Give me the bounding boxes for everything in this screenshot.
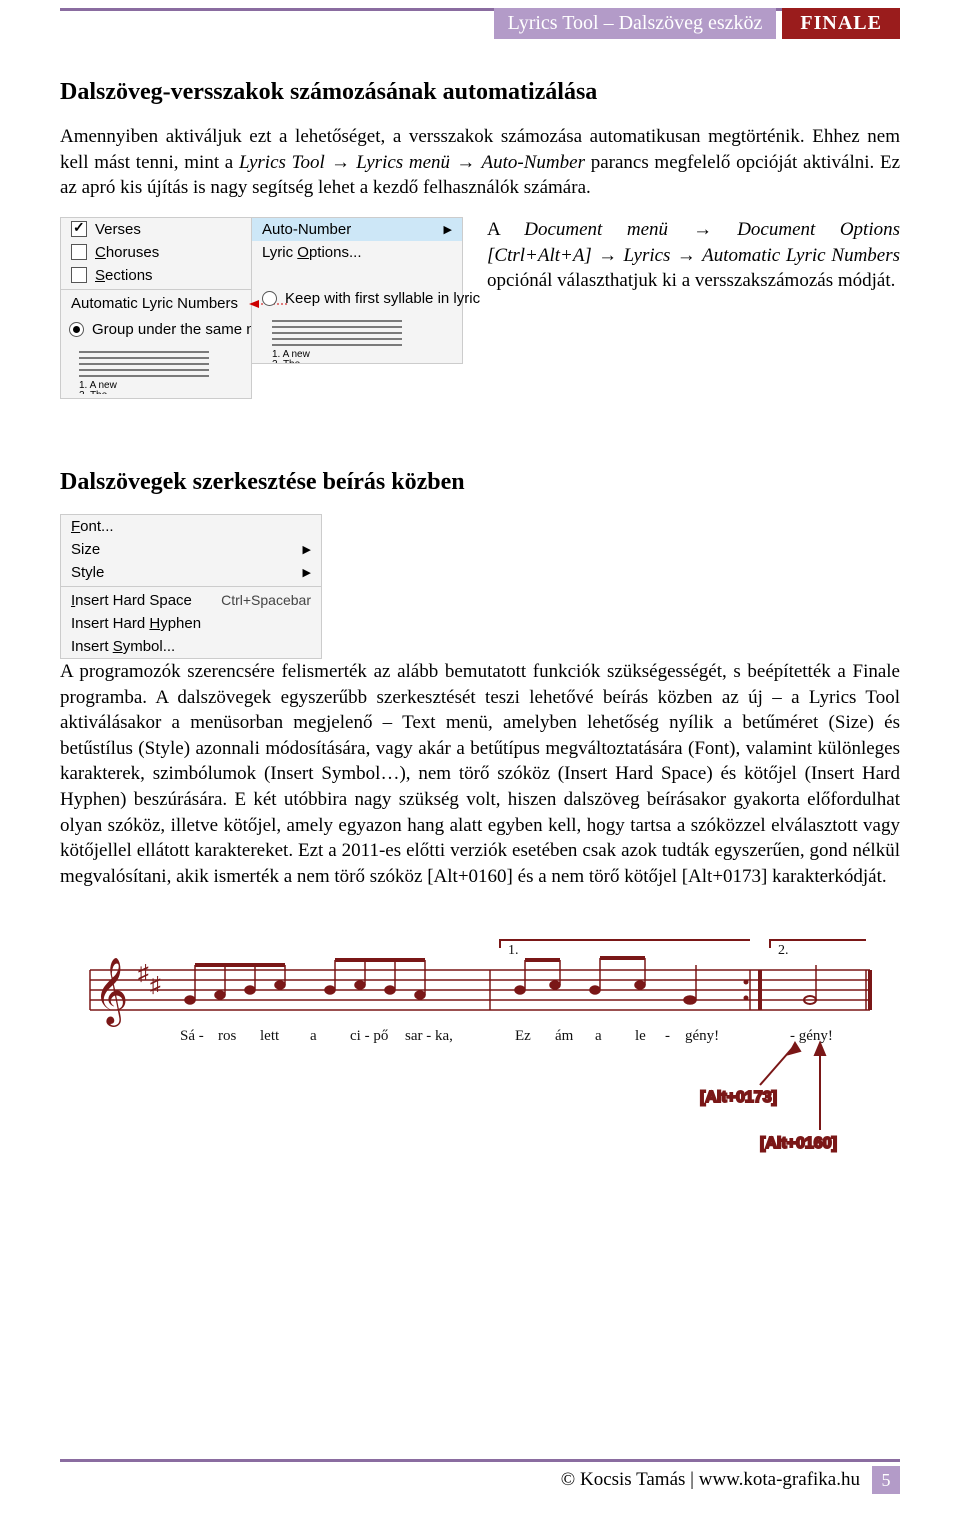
menu-item-choruses[interactable]: Choruses — [61, 241, 251, 264]
radio-group-under[interactable]: Group under the same note — [69, 319, 275, 340]
menu-screenshot-1: Verses Choruses Sections Automatic Lyric… — [60, 217, 463, 399]
menu-item-font[interactable]: Font... — [61, 515, 321, 538]
svg-text:lett: lett — [260, 1028, 280, 1044]
header-title: Lyrics Tool – Dalszöveg eszköz — [494, 8, 777, 39]
menu-item-lyricoptions[interactable]: Lyric Options... — [252, 241, 462, 264]
svg-text:a: a — [595, 1028, 602, 1044]
svg-text:ám: ám — [555, 1028, 574, 1044]
section2-body: A programozók szerencsére felismerték az… — [60, 659, 900, 890]
svg-text:2. The: 2. The — [79, 390, 108, 394]
svg-text:1.: 1. — [508, 943, 519, 958]
section2-heading: Dalszövegek szerkesztése beírás közben — [60, 469, 900, 496]
svg-text:ros: ros — [218, 1028, 236, 1044]
menu-screenshot-2: Font... Size▶ Style▶ Insert Hard SpaceCt… — [60, 514, 322, 659]
menu-item-autonumber[interactable]: Auto-Number▶ — [252, 218, 462, 241]
svg-text:[Alt+0160]: [Alt+0160] — [760, 1135, 837, 1152]
check-icon — [71, 221, 87, 237]
menu-item-insert-hard-space[interactable]: Insert Hard SpaceCtrl+Spacebar — [61, 589, 321, 612]
svg-text:- gény!: - gény! — [790, 1028, 833, 1044]
section1-para: Amennyiben aktiváljuk ezt a lehetőséget,… — [60, 124, 900, 201]
menu-item-size[interactable]: Size▶ — [61, 538, 321, 561]
page-number: 5 — [872, 1466, 900, 1494]
check-icon — [71, 244, 87, 260]
radio-icon — [69, 322, 84, 337]
svg-text:-: - — [665, 1028, 670, 1044]
svg-text:sar - ka,: sar - ka, — [405, 1028, 453, 1044]
section1-heading: Dalszöveg-versszakok számozásának automa… — [60, 79, 900, 106]
svg-text:gény!: gény! — [685, 1028, 719, 1044]
chevron-right-icon: ▶ — [283, 543, 311, 556]
menu-label-autolyric: Automatic Lyric Numbers — [61, 292, 251, 315]
treble-clef-icon: 𝄞 — [94, 958, 128, 1027]
svg-text:♯: ♯ — [150, 972, 161, 997]
header-badge: FINALE — [782, 8, 900, 39]
svg-text:[Alt+0173]: [Alt+0173] — [700, 1089, 777, 1106]
svg-text:2. The: 2. The — [272, 359, 301, 363]
chevron-right-icon: ▶ — [424, 223, 452, 236]
footer-credit: © Kocsis Tamás | www.kota-grafika.hu — [561, 1469, 860, 1491]
mini-staff-icon: 1. A new 2. The — [69, 346, 219, 394]
check-icon — [71, 267, 87, 283]
mini-staff-icon: 1. A new 2. The — [262, 315, 412, 363]
section1-sidenote: A Document menü → Document Options [Ctrl… — [487, 217, 900, 294]
menu-item-insert-hard-hyphen[interactable]: Insert Hard Hyphen — [61, 612, 321, 635]
svg-text:Ez: Ez — [515, 1028, 531, 1044]
chevron-right-icon: ▶ — [283, 566, 311, 579]
svg-text:2.: 2. — [778, 943, 789, 958]
radio-icon — [262, 291, 277, 306]
music-figure: 𝄞 ♯ ♯ — [60, 930, 900, 1185]
menu-item-insert-symbol[interactable]: Insert Symbol... — [61, 635, 321, 658]
menu-item-style[interactable]: Style▶ — [61, 561, 321, 584]
svg-text:le: le — [635, 1028, 646, 1044]
menu-item-sections[interactable]: Sections — [61, 264, 251, 287]
svg-text:a: a — [310, 1028, 317, 1044]
menu-item-verses[interactable]: Verses — [61, 218, 251, 241]
svg-text:ci - pő: ci - pő — [350, 1028, 388, 1044]
svg-text:♯: ♯ — [138, 960, 149, 985]
svg-text:Sá -: Sá - — [180, 1028, 204, 1044]
